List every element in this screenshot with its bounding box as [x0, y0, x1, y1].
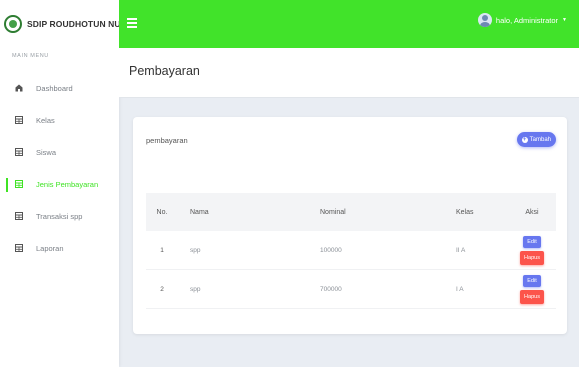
header-nama: Nama	[190, 208, 209, 216]
pembayaran-table: No. Nama Nominal Kelas Aksi 1 spp 100000…	[146, 193, 556, 309]
cell-nominal: 700000	[320, 285, 342, 293]
delete-button[interactable]: Hapus	[520, 289, 544, 304]
table-icon	[14, 244, 23, 253]
header-nominal: Nominal	[320, 208, 346, 216]
header-kelas: Kelas	[456, 208, 474, 216]
table-header: No. Nama Nominal Kelas Aksi	[146, 193, 556, 231]
cell-no: 1	[160, 246, 164, 254]
edit-button[interactable]: Edit	[523, 274, 541, 287]
header-aksi: Aksi	[525, 208, 539, 216]
table-icon	[14, 116, 23, 125]
sidebar-item-jenis-pembayaran[interactable]: Jenis Pembayaran	[0, 168, 119, 200]
page-title: Pembayaran	[129, 64, 200, 78]
cell-nama: spp	[190, 246, 201, 254]
edit-button[interactable]: Edit	[523, 235, 541, 248]
table-icon	[14, 148, 23, 157]
sidebar-item-label: Laporan	[36, 243, 64, 253]
cell-nama: spp	[190, 285, 201, 293]
cell-aksi: Edit Hapus	[508, 274, 556, 304]
table-row: 1 spp 100000 II A Edit Hapus	[146, 231, 556, 270]
sidebar-item-label: Kelas	[36, 115, 55, 125]
brand[interactable]: SDIP ROUDHOTUN NUR	[0, 0, 119, 48]
menu-toggle-icon[interactable]	[127, 18, 137, 28]
add-button-label: Tambah	[529, 136, 551, 143]
brand-name: SDIP ROUDHOTUN NUR	[27, 19, 119, 29]
plus-circle-icon: +	[521, 136, 528, 143]
user-menu[interactable]: halo, Administrator ▼	[477, 13, 567, 27]
table-icon	[14, 180, 23, 189]
table-row: 2 spp 700000 I A Edit Hapus	[146, 270, 556, 309]
table-icon	[14, 212, 23, 221]
cell-aksi: Edit Hapus	[508, 235, 556, 265]
sidebar-item-kelas[interactable]: Kelas	[0, 104, 119, 136]
cell-kelas: II A	[456, 246, 466, 254]
sidebar-item-label: Transaksi spp	[36, 211, 83, 221]
avatar	[477, 13, 492, 27]
cell-nominal: 100000	[320, 246, 342, 254]
delete-button[interactable]: Hapus	[520, 250, 544, 265]
card-title: pembayaran	[146, 136, 188, 145]
dashboard-icon	[14, 84, 23, 93]
sidebar-item-siswa[interactable]: Siswa	[0, 136, 119, 168]
topbar: halo, Administrator ▼	[119, 0, 579, 48]
cell-kelas: I A	[456, 285, 464, 293]
chevron-down-icon: ▼	[562, 17, 567, 23]
sidebar-item-label: Siswa	[36, 147, 57, 157]
pembayaran-card: pembayaran + Tambah No. Nama Nominal Kel…	[133, 117, 567, 334]
cell-no: 2	[160, 285, 164, 293]
menu-label: MAIN MENU	[12, 53, 49, 59]
school-logo-icon	[4, 15, 22, 33]
add-button[interactable]: + Tambah	[516, 132, 556, 147]
sidebar-nav: Dashboard Kelas Siswa Jenis Pembayaran T…	[0, 72, 119, 264]
header-no: No.	[156, 208, 168, 216]
sidebar-item-dashboard[interactable]: Dashboard	[0, 72, 119, 104]
section-header: Pembayaran	[119, 48, 579, 98]
user-greeting: halo, Administrator	[495, 15, 559, 25]
sidebar: SDIP ROUDHOTUN NUR MAIN MENU Dashboard K…	[0, 0, 119, 367]
sidebar-item-laporan[interactable]: Laporan	[0, 232, 119, 264]
sidebar-item-transaksi-spp[interactable]: Transaksi spp	[0, 200, 119, 232]
sidebar-item-label: Jenis Pembayaran	[36, 179, 99, 189]
sidebar-item-label: Dashboard	[36, 83, 73, 93]
